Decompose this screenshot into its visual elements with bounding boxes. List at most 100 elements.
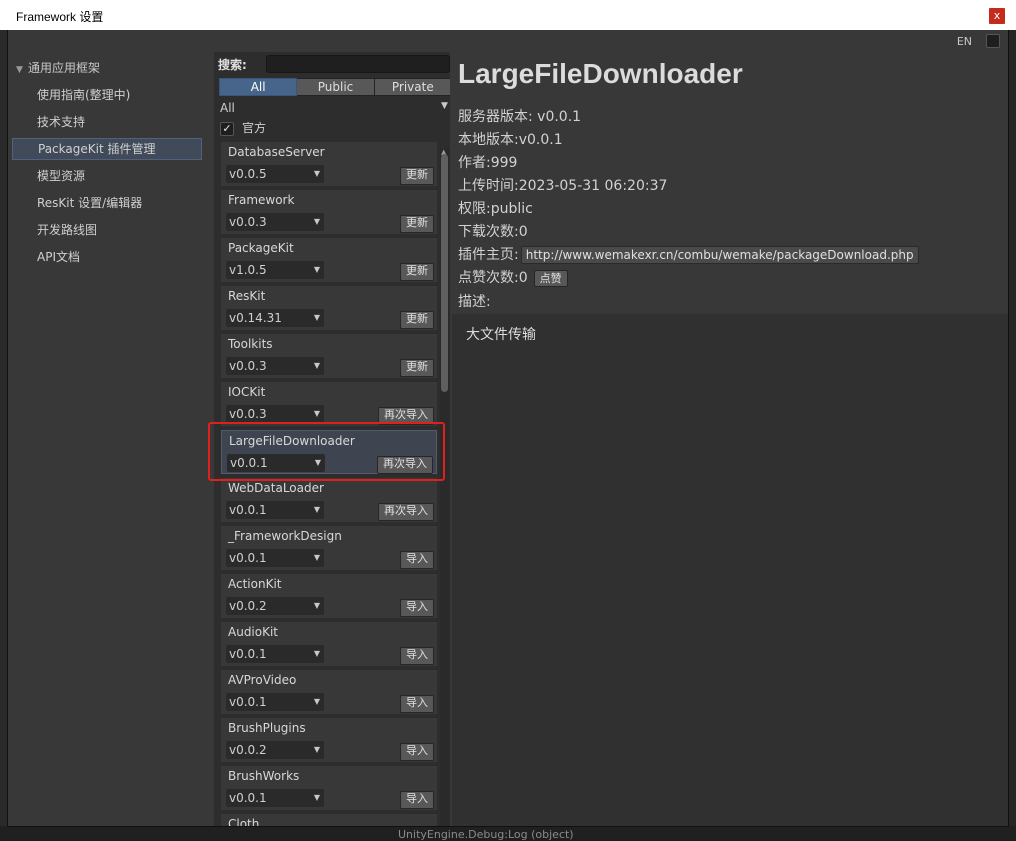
package-item[interactable]: BrushWorks v0.0.1 ▼ 导入 bbox=[221, 766, 437, 810]
version-dropdown[interactable]: v0.0.2 ▼ bbox=[226, 741, 324, 759]
official-label: 官方 bbox=[242, 121, 267, 135]
package-action-button[interactable]: 更新 bbox=[400, 215, 434, 233]
version-dropdown[interactable]: v0.0.1 ▼ bbox=[226, 501, 324, 519]
version-dropdown[interactable]: v0.14.31 ▼ bbox=[226, 309, 324, 327]
sidebar-item-models[interactable]: 模型资源 bbox=[12, 165, 202, 187]
package-item[interactable]: ResKit v0.14.31 ▼ 更新 bbox=[221, 286, 437, 330]
package-item[interactable]: Toolkits v0.0.3 ▼ 更新 bbox=[221, 334, 437, 378]
filter-dropdown[interactable]: All bbox=[220, 101, 235, 115]
dropdown-arrow-icon: ▼ bbox=[313, 169, 320, 178]
package-name: BrushWorks bbox=[228, 769, 300, 783]
version-dropdown[interactable]: v0.0.3 ▼ bbox=[226, 213, 324, 231]
likes-row: 点赞次数:0 点赞 bbox=[458, 267, 568, 287]
version-dropdown[interactable]: v0.0.1 ▼ bbox=[226, 789, 324, 807]
homepage-link-button[interactable]: http://www.wemakexr.cn/combu/wemake/pack… bbox=[520, 246, 919, 264]
package-action-button[interactable]: 更新 bbox=[400, 167, 434, 185]
package-item[interactable]: DatabaseServer v0.0.5 ▼ 更新 bbox=[221, 142, 437, 186]
package-item[interactable]: AVProVideo v0.0.1 ▼ 导入 bbox=[221, 670, 437, 714]
package-item[interactable]: IOCKit v0.0.3 ▼ 再次导入 bbox=[221, 382, 437, 426]
package-action-button[interactable]: 导入 bbox=[400, 647, 434, 665]
close-button[interactable]: x bbox=[989, 8, 1005, 24]
version-dropdown[interactable]: v0.0.1 ▼ bbox=[226, 693, 324, 711]
package-action-button[interactable]: 导入 bbox=[400, 791, 434, 809]
sidebar-item-api-docs[interactable]: API文档 bbox=[12, 246, 202, 268]
package-action-button[interactable]: 更新 bbox=[400, 311, 434, 329]
sidebar-item-support[interactable]: 技术支持 bbox=[12, 111, 202, 133]
package-item[interactable]: Framework v0.0.3 ▼ 更新 bbox=[221, 190, 437, 234]
sidebar-item-packagekit[interactable]: PackageKit 插件管理 bbox=[12, 138, 202, 160]
package-action-button[interactable]: 导入 bbox=[400, 551, 434, 569]
package-list-scrollbar[interactable]: ▲ bbox=[440, 148, 450, 826]
permission: 权限:public bbox=[458, 201, 533, 217]
description-label: 描述: bbox=[458, 294, 491, 310]
package-name: DatabaseServer bbox=[228, 145, 325, 159]
language-toggle[interactable] bbox=[986, 34, 1000, 48]
sidebar-item-guide[interactable]: 使用指南(整理中) bbox=[12, 84, 202, 106]
version-dropdown[interactable]: v0.0.1 ▼ bbox=[226, 645, 324, 663]
nav-group-framework[interactable]: ▼ 通用应用框架 bbox=[16, 58, 100, 78]
dropdown-arrow-icon: ▼ bbox=[313, 601, 320, 610]
package-name: Toolkits bbox=[228, 337, 273, 351]
package-item[interactable]: _FrameworkDesign v0.0.1 ▼ 导入 bbox=[221, 526, 437, 570]
package-name: ActionKit bbox=[228, 577, 282, 591]
package-item[interactable]: AudioKit v0.0.1 ▼ 导入 bbox=[221, 622, 437, 666]
dropdown-arrow-icon: ▼ bbox=[313, 553, 320, 562]
package-action-button[interactable]: 导入 bbox=[400, 599, 434, 617]
package-name: Framework bbox=[228, 193, 295, 207]
version-dropdown[interactable]: v1.0.5 ▼ bbox=[226, 261, 324, 279]
version-value: v0.0.1 bbox=[229, 647, 267, 661]
package-name: IOCKit bbox=[228, 385, 266, 399]
package-item[interactable]: PackageKit v1.0.5 ▼ 更新 bbox=[221, 238, 437, 282]
version-dropdown[interactable]: v0.0.5 ▼ bbox=[226, 165, 324, 183]
sidebar-item-roadmap[interactable]: 开发路线图 bbox=[12, 219, 202, 241]
highlight-annotation-box bbox=[208, 422, 445, 481]
package-item[interactable]: BrushPlugins v0.0.2 ▼ 导入 bbox=[221, 718, 437, 762]
version-value: v0.0.3 bbox=[229, 407, 267, 421]
package-action-button[interactable]: 再次导入 bbox=[378, 503, 434, 521]
version-dropdown[interactable]: v0.0.3 ▼ bbox=[226, 405, 324, 423]
description-text: 大文件传输 bbox=[466, 327, 536, 343]
tab-all[interactable]: All bbox=[219, 78, 298, 96]
filter-dropdown-arrow-icon[interactable]: ▼ bbox=[441, 101, 448, 111]
sidebar-item-reskit[interactable]: ResKit 设置/编辑器 bbox=[12, 192, 202, 214]
version-value: v1.0.5 bbox=[229, 263, 267, 277]
package-name: AVProVideo bbox=[228, 673, 297, 687]
like-button[interactable]: 点赞 bbox=[533, 269, 568, 287]
local-version: 本地版本:v0.0.1 bbox=[458, 132, 563, 148]
title-bar[interactable]: Framework 设置 x bbox=[0, 0, 1016, 30]
download-count: 下载次数:0 bbox=[458, 224, 528, 240]
package-item[interactable]: ActionKit v0.0.2 ▼ 导入 bbox=[221, 574, 437, 618]
package-item[interactable]: WebDataLoader v0.0.1 ▼ 再次导入 bbox=[221, 478, 437, 522]
server-version: 服务器版本: v0.0.1 bbox=[458, 109, 582, 125]
package-item[interactable]: Cloth bbox=[221, 814, 437, 826]
homepage-label: 插件主页: bbox=[458, 247, 519, 263]
version-dropdown[interactable]: v0.0.2 ▼ bbox=[226, 597, 324, 615]
package-name: PackageKit bbox=[228, 241, 294, 255]
tab-private[interactable]: Private bbox=[374, 78, 450, 96]
package-action-button[interactable]: 导入 bbox=[400, 743, 434, 761]
package-name: Cloth bbox=[228, 817, 260, 826]
scroll-thumb[interactable] bbox=[441, 154, 448, 392]
package-action-button[interactable]: 更新 bbox=[400, 359, 434, 377]
tab-public[interactable]: Public bbox=[297, 78, 375, 96]
language-label: EN bbox=[956, 35, 972, 48]
upload-time: 上传时间:2023-05-31 06:20:37 bbox=[458, 178, 668, 194]
search-input[interactable] bbox=[266, 55, 450, 73]
checkbox-icon[interactable]: ✓ bbox=[220, 121, 234, 136]
top-strip bbox=[8, 30, 1008, 52]
package-action-button[interactable]: 导入 bbox=[400, 695, 434, 713]
package-action-button[interactable]: 更新 bbox=[400, 263, 434, 281]
like-count: 点赞次数:0 bbox=[458, 270, 528, 286]
package-name: WebDataLoader bbox=[228, 481, 324, 495]
official-toggle[interactable]: ✓ 官方 bbox=[220, 119, 266, 136]
version-value: v0.0.1 bbox=[229, 791, 267, 805]
version-value: v0.0.2 bbox=[229, 599, 267, 613]
version-dropdown[interactable]: v0.0.3 ▼ bbox=[226, 357, 324, 375]
search-label: 搜索: bbox=[218, 58, 247, 72]
version-value: v0.0.5 bbox=[229, 167, 267, 181]
version-value: v0.0.1 bbox=[229, 695, 267, 709]
background-console-text: UnityEngine.Debug:Log (object) bbox=[398, 828, 574, 841]
package-name: ResKit bbox=[228, 289, 266, 303]
dropdown-arrow-icon: ▼ bbox=[313, 649, 320, 658]
version-dropdown[interactable]: v0.0.1 ▼ bbox=[226, 549, 324, 567]
